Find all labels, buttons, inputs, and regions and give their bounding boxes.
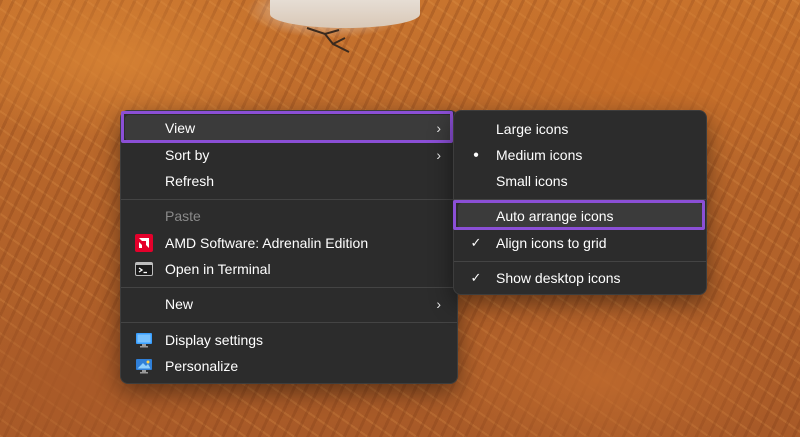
- submenu-item-align-icons-to-grid[interactable]: ✓ Align icons to grid: [458, 230, 702, 256]
- menu-separator: [121, 199, 457, 200]
- menu-item-label: Auto arrange icons: [496, 208, 614, 224]
- chevron-right-icon: ›: [436, 120, 441, 136]
- menu-item-label: AMD Software: Adrenalin Edition: [165, 235, 369, 251]
- menu-item-label: Display settings: [165, 332, 264, 348]
- menu-item-view[interactable]: View ›: [125, 115, 453, 141]
- menu-item-label: Personalize: [165, 358, 239, 374]
- menu-item-label: Refresh: [165, 173, 215, 189]
- menu-item-label: Sort by: [165, 147, 210, 163]
- submenu-item-show-desktop-icons[interactable]: ✓ Show desktop icons: [458, 265, 702, 291]
- menu-separator: [121, 322, 457, 323]
- display-icon: [136, 333, 152, 348]
- menu-item-sort-by[interactable]: Sort by ›: [125, 142, 453, 168]
- menu-item-label: Small icons: [496, 173, 568, 189]
- submenu-item-small-icons[interactable]: Small icons: [458, 168, 702, 194]
- menu-item-amd-software[interactable]: AMD Software: Adrenalin Edition: [125, 230, 453, 256]
- checkmark-icon: ✓: [470, 270, 482, 285]
- chevron-right-icon: ›: [436, 147, 441, 163]
- menu-item-paste: Paste: [125, 203, 453, 229]
- personalize-icon: [136, 359, 152, 374]
- checkmark-icon: ✓: [470, 235, 482, 250]
- menu-item-label: Large icons: [496, 121, 569, 137]
- desktop-context-menu: View › Sort by › Refresh Paste AMD Softw…: [120, 110, 458, 384]
- menu-item-label: Align icons to grid: [496, 235, 607, 251]
- chevron-right-icon: ›: [436, 296, 441, 312]
- menu-item-label: Paste: [165, 208, 201, 224]
- menu-item-refresh[interactable]: Refresh: [125, 168, 453, 194]
- wallpaper-branch: [306, 27, 350, 53]
- menu-item-personalize[interactable]: Personalize: [125, 353, 453, 379]
- menu-separator: [454, 261, 706, 262]
- menu-item-new[interactable]: New ›: [125, 291, 453, 317]
- submenu-item-auto-arrange-icons[interactable]: Auto arrange icons: [458, 203, 702, 229]
- amd-icon: [135, 234, 153, 252]
- menu-separator: [121, 287, 457, 288]
- submenu-item-medium-icons[interactable]: ● Medium icons: [458, 142, 702, 168]
- terminal-icon: [135, 262, 153, 276]
- submenu-item-large-icons[interactable]: Large icons: [458, 116, 702, 142]
- menu-item-open-in-terminal[interactable]: Open in Terminal: [125, 256, 453, 282]
- menu-item-display-settings[interactable]: Display settings: [125, 327, 453, 353]
- menu-item-label: New: [165, 296, 194, 312]
- menu-item-label: Open in Terminal: [165, 261, 271, 277]
- radio-dot-icon: ●: [472, 149, 480, 161]
- menu-item-label: Medium icons: [496, 147, 583, 163]
- menu-item-label: View: [165, 120, 196, 136]
- menu-item-label: Show desktop icons: [496, 270, 621, 286]
- view-submenu: Large icons ● Medium icons Small icons A…: [453, 110, 707, 295]
- menu-separator: [454, 199, 706, 200]
